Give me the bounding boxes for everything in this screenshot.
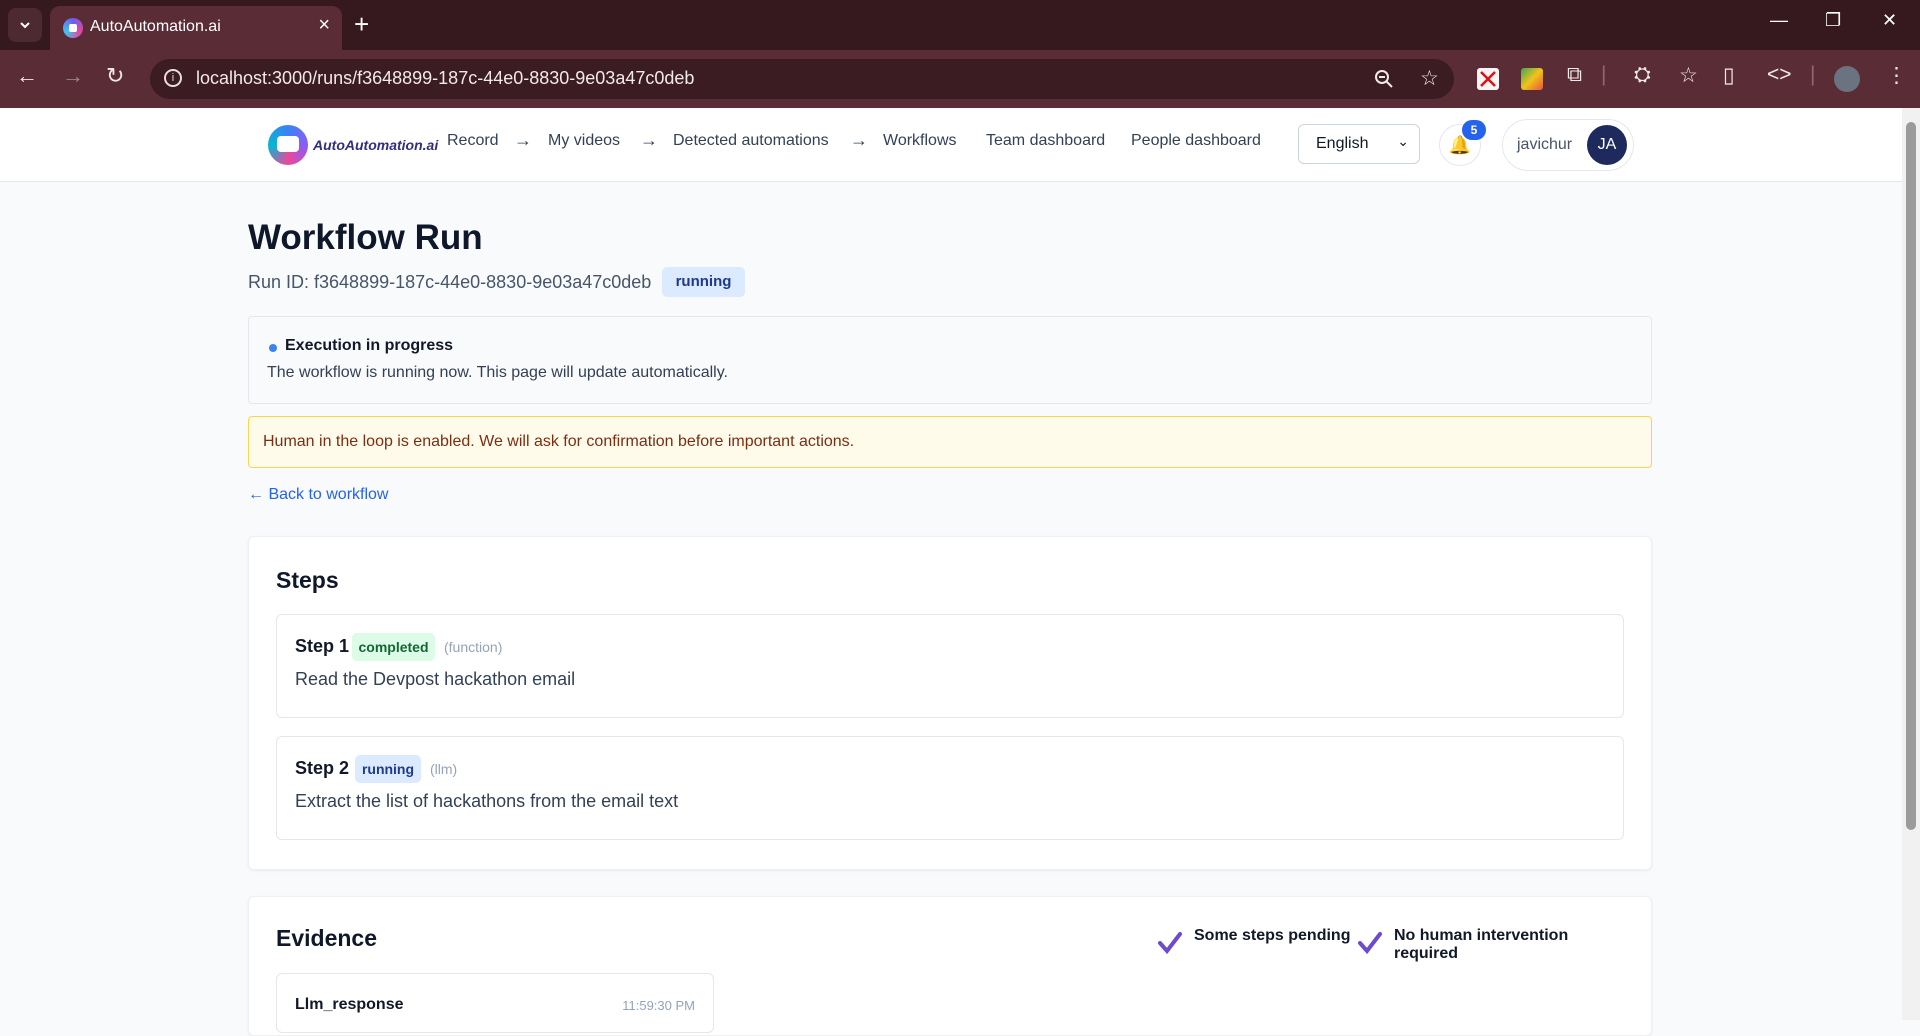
chevron-down-icon: [20, 22, 30, 29]
run-id: Run ID: f3648899-187c-44e0-8830-9e03a47c…: [248, 272, 652, 292]
devtools-code-icon[interactable]: <>: [1767, 63, 1792, 87]
step-item[interactable]: Step 1 completed (function) Read the Dev…: [276, 614, 1624, 718]
evidence-time: 11:59:30 PM: [622, 998, 695, 1013]
username: javichur: [1517, 136, 1573, 153]
forward-icon[interactable]: →: [62, 63, 84, 89]
step-type: (llm): [430, 761, 458, 777]
scrollbar-thumb[interactable]: [1906, 122, 1916, 830]
evidence-name: Llm_response: [295, 996, 404, 1013]
reload-icon[interactable]: ↻: [106, 63, 124, 89]
tab-search-button[interactable]: [8, 8, 42, 42]
close-tab-icon[interactable]: ×: [318, 14, 330, 37]
user-menu[interactable]: javichur JA: [1502, 119, 1634, 171]
back-to-workflow-link[interactable]: ← Back to workflow: [248, 486, 388, 504]
address-bar[interactable]: i localhost:3000/runs/f3648899-187c-44e0…: [150, 59, 1454, 99]
new-tab-icon[interactable]: +: [354, 7, 369, 41]
site-info-icon[interactable]: i: [164, 69, 182, 87]
hitl-text: Human in the loop is enabled. We will as…: [263, 433, 855, 450]
incognito-icon[interactable]: ⛭: [1634, 63, 1651, 87]
steps-card: Steps Step 1 completed (function) Read t…: [248, 536, 1652, 870]
page-scrollbar[interactable]: [1902, 108, 1920, 1020]
check-icon: [1358, 932, 1382, 955]
logo-text[interactable]: AutoAutomation.ai: [313, 137, 438, 153]
step-type: (function): [444, 639, 503, 655]
favorites-icon[interactable]: ☆: [1679, 63, 1698, 88]
nav-my-videos[interactable]: My videos: [548, 132, 620, 150]
step-status-badge: completed: [352, 633, 435, 661]
step-description: Read the Devpost hackathon email: [295, 669, 576, 689]
step-item[interactable]: Step 2 running (llm) Extract the list of…: [276, 736, 1624, 840]
status-dot-icon: [269, 344, 277, 352]
minimize-icon[interactable]: —: [1770, 10, 1788, 31]
toolbar-divider: |: [1810, 63, 1816, 86]
bookmark-star-icon[interactable]: ☆: [1420, 66, 1439, 91]
toolbar-divider: |: [1601, 63, 1607, 86]
browser-toolbar: ← → ↻ i localhost:3000/runs/f3648899-187…: [0, 50, 1920, 108]
step-label: Step 2: [295, 758, 350, 778]
nav-detected-automations[interactable]: Detected automations: [673, 132, 829, 150]
favicon-icon: [63, 18, 83, 38]
back-icon[interactable]: ←: [16, 63, 38, 89]
flag-no-human-intervention: No human intervention required: [1394, 927, 1569, 962]
steps-title: Steps: [276, 567, 339, 593]
menu-kebab-icon[interactable]: ⋮: [1886, 63, 1907, 88]
zoom-icon[interactable]: [1374, 66, 1394, 95]
status-badge: running: [662, 267, 745, 297]
browser-tab-bar: AutoAutomation.ai × + — ❐ ✕: [0, 0, 1920, 50]
human-in-the-loop-notice: Human in the loop is enabled. We will as…: [248, 416, 1652, 468]
browser-tab[interactable]: AutoAutomation.ai ×: [50, 6, 342, 50]
restore-icon[interactable]: ❐: [1825, 10, 1841, 31]
nav-workflows[interactable]: Workflows: [883, 132, 957, 150]
chevron-down-icon: ⌄: [1397, 133, 1409, 149]
nav-team-dashboard[interactable]: Team dashboard: [986, 132, 1105, 150]
reading-list-icon[interactable]: ▯: [1723, 63, 1735, 88]
check-icon: [1158, 932, 1182, 955]
nav-arrow: →: [850, 130, 868, 150]
nav-arrow: →: [640, 130, 658, 150]
step-description: Extract the list of hackathons from the …: [295, 791, 679, 811]
close-window-icon[interactable]: ✕: [1882, 10, 1897, 31]
extension-photo-icon[interactable]: [1521, 68, 1543, 90]
nav-people-dashboard[interactable]: People dashboard: [1131, 132, 1261, 150]
execution-text: The workflow is running now. This page w…: [267, 364, 728, 381]
nav-record[interactable]: Record: [447, 132, 499, 150]
language-select[interactable]: English ⌄: [1298, 124, 1420, 164]
app-header: AutoAutomation.ai Record → My videos → D…: [0, 108, 1902, 182]
language-value: English: [1316, 135, 1369, 152]
evidence-item[interactable]: Llm_response 11:59:30 PM: [276, 973, 714, 1033]
execution-title: Execution in progress: [285, 337, 454, 354]
execution-status-panel: Execution in progress The workflow is ru…: [248, 316, 1652, 404]
url-text: localhost:3000/runs/f3648899-187c-44e0-8…: [196, 68, 695, 88]
avatar: JA: [1587, 125, 1627, 165]
tab-title: AutoAutomation.ai: [90, 18, 221, 35]
page-title: Workflow Run: [248, 218, 483, 257]
extension-red-icon[interactable]: [1477, 68, 1499, 90]
notification-count-badge: 5: [1462, 120, 1486, 140]
evidence-card: Evidence Some steps pending No human int…: [248, 896, 1652, 1036]
step-label: Step 1: [295, 636, 350, 656]
step-status-badge: running: [355, 755, 421, 783]
extensions-puzzle-icon[interactable]: ⧉: [1567, 63, 1582, 87]
nav-arrow: →: [514, 130, 532, 150]
evidence-flags: Some steps pending No human intervention…: [1157, 927, 1627, 962]
profile-avatar-icon[interactable]: [1834, 66, 1860, 92]
flag-steps-pending: Some steps pending: [1194, 927, 1351, 944]
logo-icon[interactable]: [268, 125, 308, 165]
evidence-title: Evidence: [276, 925, 377, 951]
